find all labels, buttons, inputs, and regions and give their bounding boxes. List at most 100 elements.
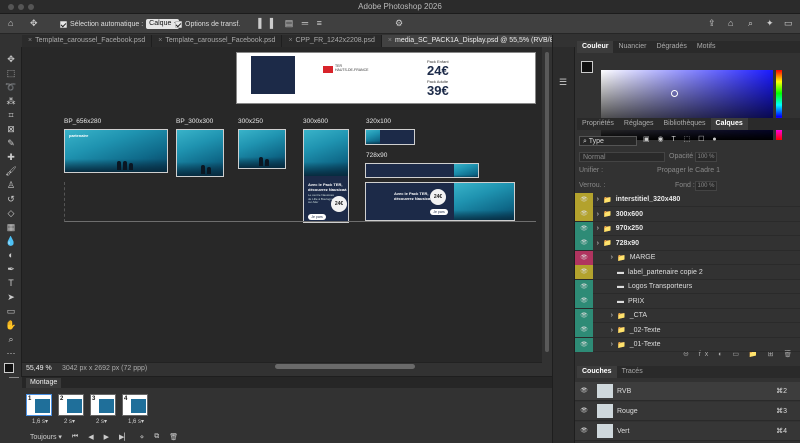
expand-chevron-icon[interactable]: › [593, 341, 613, 348]
eraser-icon[interactable]: ◇ [3, 207, 19, 219]
panel-tab[interactable]: Nuancier [613, 41, 651, 53]
layer-row[interactable]: 👁 › 📁 MARGE [575, 250, 800, 265]
layer-row[interactable]: 👁 › 📁 _02-Texte [575, 323, 800, 338]
panel-tab[interactable]: Tracés [617, 366, 648, 378]
channel-row[interactable]: 👁 Rouge ⌘3 [575, 402, 800, 421]
vertical-scrollbar[interactable] [545, 52, 549, 352]
blur-icon[interactable]: 💧 [3, 235, 19, 247]
visibility-eye-icon[interactable]: 👁 [575, 192, 593, 207]
crop-icon[interactable]: ⌗ [3, 109, 19, 121]
play-icon[interactable]: ▶ [104, 433, 109, 441]
layer-row[interactable]: 👁 › 📁 300x600 [575, 207, 800, 222]
layer-row[interactable]: 👁 ▬ Logos Transporteurs [575, 279, 800, 294]
brush-icon[interactable]: 🖌 [3, 165, 19, 177]
artboard-bp-300x300[interactable] [176, 129, 224, 177]
frame-duration[interactable]: 2 s▾ [96, 418, 107, 425]
blend-mode-select[interactable]: Normal [579, 152, 665, 162]
panel-tab[interactable]: Propriétés [577, 118, 619, 130]
visibility-eye-icon[interactable]: 👁 [575, 207, 593, 221]
layer-row[interactable]: 👁 ▬ PRIX [575, 294, 800, 309]
visibility-eye-icon[interactable]: 👁 [575, 384, 593, 398]
layer-row[interactable]: 👁 › 📁 interstitiel_320x480 [575, 192, 800, 207]
panel-tab[interactable]: Réglages [619, 118, 659, 130]
document-tab[interactable]: × CPP_FR_1242x2208.psd [282, 35, 382, 47]
channel-row[interactable]: 👁 Vert ⌘4 [575, 422, 800, 441]
type-icon[interactable]: T [3, 277, 19, 289]
lasso-icon[interactable]: ➰ [3, 81, 19, 93]
close-tab-icon[interactable]: × [28, 37, 32, 44]
move-tool-icon[interactable]: ✥ [30, 18, 38, 29]
fill-input[interactable]: 100 % [695, 181, 717, 191]
expand-chevron-icon[interactable]: › [593, 196, 599, 203]
pen-icon[interactable]: ✒ [3, 263, 19, 275]
frame-thumbnail[interactable]: 1 [26, 394, 52, 416]
layer-filter-select[interactable]: ⌕ Type [579, 136, 637, 146]
properties-icon[interactable]: ☰ [559, 77, 567, 88]
rectangle-icon[interactable]: ▭ [3, 305, 19, 317]
tween-icon[interactable]: ⋄ [140, 433, 144, 441]
visibility-eye-icon[interactable]: 👁 [575, 323, 593, 337]
frame-icon[interactable]: ⊠ [3, 123, 19, 135]
document-tab[interactable]: × Template_caroussel_Facebook.psd [22, 35, 153, 47]
expand-chevron-icon[interactable]: › [593, 225, 599, 232]
timeline-tab[interactable]: Montage [26, 378, 62, 388]
visibility-eye-icon[interactable]: 👁 [575, 424, 593, 438]
more-tools-icon[interactable]: ⋯ [3, 347, 19, 359]
opacity-input[interactable]: 100 % [695, 152, 717, 162]
align-icons[interactable]: ▐ ▌ ▤ ═ ≡ [255, 18, 325, 29]
close-tab-icon[interactable]: × [288, 37, 292, 44]
visibility-eye-icon[interactable]: 👁 [575, 308, 593, 323]
zoom-level[interactable]: 55,49 % [26, 365, 52, 372]
panel-tab[interactable]: Bibliothèques [658, 118, 710, 130]
panel-tab[interactable]: Calques [710, 118, 748, 130]
expand-chevron-icon[interactable]: › [593, 312, 613, 319]
search-icon[interactable]: ⌕ [748, 18, 753, 29]
visibility-eye-icon[interactable]: 👁 [575, 294, 593, 308]
expand-chevron-icon[interactable]: › [593, 254, 613, 261]
panel-tab[interactable]: Couches [577, 366, 617, 378]
artboard-728x90[interactable] [365, 163, 479, 178]
settings-icon[interactable]: ⚙ [395, 18, 403, 29]
visibility-eye-icon[interactable]: 👁 [575, 265, 593, 279]
close-tab-icon[interactable]: × [388, 37, 392, 44]
filter-icons[interactable]: ▣ ◉ T ⬚ ☐ ● [643, 135, 720, 143]
magic-wand-icon[interactable]: ⁂ [3, 95, 19, 107]
visibility-eye-icon[interactable]: 👁 [575, 279, 593, 294]
visibility-eye-icon[interactable]: 👁 [575, 250, 593, 265]
frame-thumbnail[interactable]: 3 [90, 394, 116, 416]
discover-icon[interactable]: ✦ [766, 18, 774, 29]
visibility-eye-icon[interactable]: 👁 [575, 404, 593, 418]
horizontal-scrollbar[interactable] [275, 364, 415, 369]
prev-frame-icon[interactable]: ◀ [88, 433, 93, 441]
layer-row[interactable]: 👁 › 📁 _CTA [575, 308, 800, 323]
first-frame-icon[interactable]: ⏮ [72, 433, 78, 441]
frame-duration[interactable]: 2 s▾ [64, 418, 75, 425]
share-icon[interactable]: ⇪ [708, 18, 716, 29]
artboard-970x250[interactable]: TER HAUTS-DE-FRANCE Pack Enfant 24€ Pack … [236, 52, 536, 104]
stamp-icon[interactable]: ♙ [3, 179, 19, 191]
panel-tab[interactable]: Dégradés [651, 41, 691, 53]
panel-tab[interactable]: Couleur [577, 41, 614, 53]
layer-row[interactable]: 👁 ▬ label_partenaire copie 2 [575, 265, 800, 280]
expand-chevron-icon[interactable]: › [593, 211, 599, 218]
zoom-icon[interactable]: ⌕ [3, 333, 19, 345]
visibility-eye-icon[interactable]: 👁 [575, 337, 593, 352]
artboard-320x100[interactable] [365, 129, 415, 145]
auto-select-checkbox[interactable] [60, 20, 67, 28]
frame-duration[interactable]: 1,6 s▾ [32, 418, 48, 425]
layer-row[interactable]: 👁 › 📁 970x250 [575, 221, 800, 236]
auto-select-option[interactable]: Sélection automatique : Calque [60, 18, 180, 30]
frame-thumbnail[interactable]: 4 [122, 394, 148, 416]
eyedropper-icon[interactable]: ✎ [3, 137, 19, 149]
document-tab[interactable]: × media_SC_PACK1A_Display.psd @ 55,5% (RV… [381, 35, 563, 47]
expand-chevron-icon[interactable]: › [593, 240, 599, 247]
close-tab-icon[interactable]: × [158, 37, 162, 44]
healing-icon[interactable]: ✚ [3, 151, 19, 163]
channel-row[interactable]: 👁 RVB ⌘2 [575, 382, 800, 401]
dodge-icon[interactable]: ◐ [3, 249, 19, 261]
transform-checkbox[interactable] [175, 20, 182, 28]
color-picker-handle[interactable] [671, 90, 678, 97]
artboard-300x250[interactable] [238, 129, 286, 169]
marquee-icon[interactable]: ⬚ [3, 67, 19, 79]
frame-thumbnail[interactable]: 2 [58, 394, 84, 416]
